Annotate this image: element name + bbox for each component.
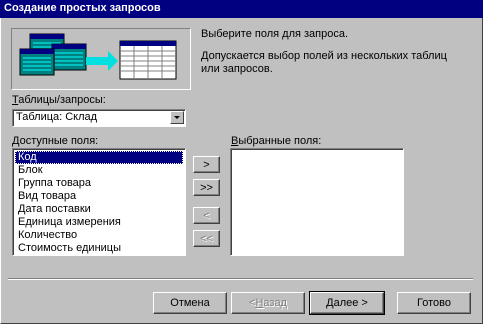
available-fields-list[interactable]: Код Блок Группа товара Вид товара Дата поста… (12, 148, 186, 256)
remove-all-fields-button[interactable]: << (193, 230, 220, 247)
back-button-accel: Н (255, 297, 264, 309)
available-field-item[interactable]: Вид товара (15, 190, 183, 203)
add-field-button[interactable]: > (193, 156, 220, 173)
available-field-item[interactable]: Единица измерения (15, 216, 183, 229)
next-button[interactable]: Далее > (309, 291, 385, 315)
cancel-button[interactable]: Отмена (153, 292, 227, 314)
tables-combobox-value: Таблица: Склад (16, 111, 98, 123)
available-field-item[interactable]: Блок (15, 164, 183, 177)
tables-combobox[interactable]: Таблица: Склад (12, 109, 186, 127)
available-label-rest: оступные поля: (19, 135, 99, 147)
available-field-item[interactable]: Группа товара (15, 177, 183, 190)
available-fields-label: Доступные поля: (12, 135, 98, 147)
selected-fields-label: Выбранные поля: (231, 135, 321, 147)
tables-label-rest: аблицы/запросы: (18, 94, 106, 106)
intro-line-3: или запросов. (201, 63, 273, 75)
title-bar: Создание простых запросов (0, 0, 483, 18)
back-button-rest: азад (263, 297, 287, 309)
tables-label: Таблицы/запросы: (12, 94, 106, 106)
remove-field-button[interactable]: < (193, 207, 220, 224)
intro-line-2: Допускается выбор полей из нескольких та… (201, 50, 447, 62)
available-label-accel: Д (12, 135, 20, 147)
tables-to-query-illustration (19, 33, 177, 80)
selected-fields-list[interactable] (230, 148, 404, 256)
wizard-illustration (11, 28, 191, 90)
intro-line-1: Выберите поля для запроса. (201, 28, 349, 40)
finish-button[interactable]: Готово (397, 292, 471, 314)
chevron-down-icon[interactable] (170, 111, 184, 124)
add-all-fields-button[interactable]: >> (193, 179, 220, 196)
selected-label-rest: ыбранные поля: (238, 135, 322, 147)
window-title: Создание простых запросов (4, 2, 161, 14)
available-field-item[interactable]: Код (15, 151, 183, 164)
footer-separator (8, 278, 473, 280)
available-field-item[interactable]: Стоимость единицы (15, 242, 183, 255)
available-field-item[interactable]: Дата поставки (15, 203, 183, 216)
available-field-item[interactable]: Количество (15, 229, 183, 242)
back-button[interactable]: < Назад (231, 292, 305, 314)
